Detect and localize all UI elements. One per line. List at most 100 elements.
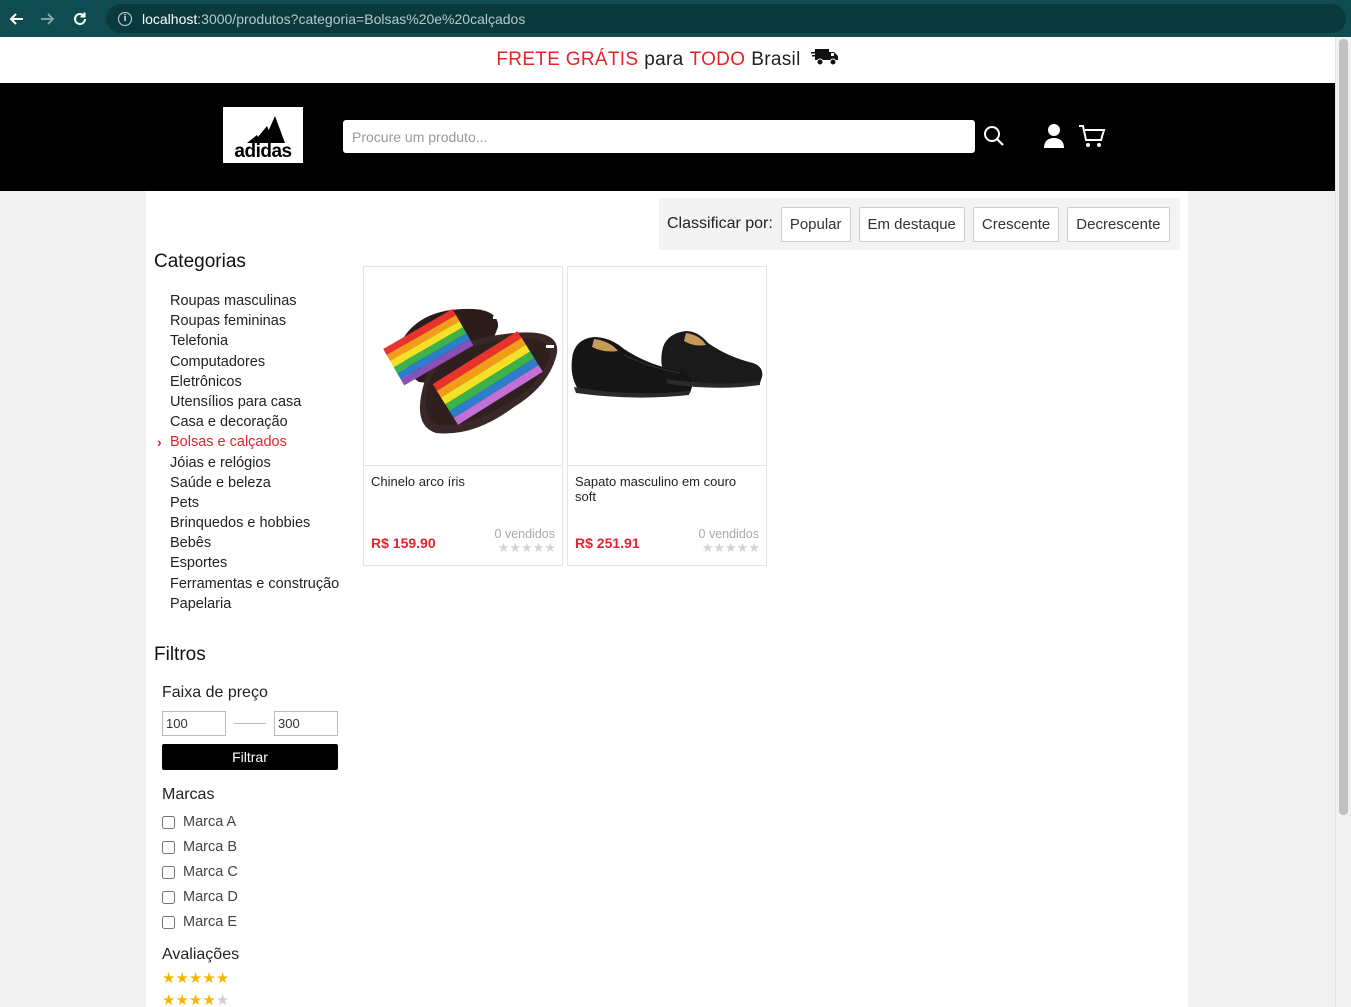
product-card[interactable]: Chinelo arco íris R$ 159.90 0 vendidos ★…	[363, 266, 563, 566]
category-item[interactable]: Eletrônicos	[154, 372, 339, 392]
star-icon: ★	[202, 991, 216, 1007]
page-scrollbar[interactable]	[1335, 37, 1351, 1007]
main-content: Classificar por: Popular Em destaque Cre…	[146, 191, 1188, 1007]
brand-checkbox[interactable]	[162, 915, 175, 929]
product-name[interactable]: Chinelo arco íris	[371, 474, 555, 489]
product-image-shoe[interactable]	[568, 267, 766, 466]
ratings-title: Avaliações	[162, 946, 240, 963]
star-icon: ★	[202, 969, 216, 987]
sort-featured-button[interactable]: Em destaque	[858, 206, 965, 242]
free-shipping-banner: FRETE GRÁTIS para TODO Brasil	[0, 37, 1335, 83]
product-price: R$ 159.90	[371, 535, 436, 551]
cart-icon[interactable]	[1078, 123, 1106, 153]
sort-popular-button[interactable]: Popular	[780, 206, 851, 242]
category-item[interactable]: Bebês	[154, 533, 339, 553]
price-range-title: Faixa de preço	[162, 684, 268, 701]
adidas-logo[interactable]: adidas	[223, 107, 303, 163]
sort-descending-button[interactable]: Decrescente	[1067, 206, 1170, 242]
category-item[interactable]: Ferramentas e construção	[154, 574, 339, 594]
star-icon: ★	[175, 991, 189, 1007]
category-item[interactable]: Jóias e relógios	[154, 453, 339, 473]
search-icon[interactable]	[983, 125, 1005, 151]
forward-arrow-icon[interactable]	[32, 0, 64, 37]
star-icon: ★	[215, 969, 230, 987]
star-icon: ★	[532, 541, 545, 556]
brand-option[interactable]: Marca C	[162, 862, 238, 882]
star-icon: ★	[725, 541, 737, 556]
product-image-sandal[interactable]	[364, 267, 562, 466]
star-icon: ★	[509, 541, 522, 556]
category-item[interactable]: Saúde e beleza	[154, 473, 339, 493]
address-bar[interactable]: i localhost:3000/produtos?categoria=Bols…	[106, 4, 1346, 33]
star-icon: ★	[701, 541, 714, 556]
logo-wordmark: adidas	[234, 141, 292, 162]
brand-option[interactable]: Marca D	[162, 887, 238, 907]
back-arrow-icon[interactable]	[0, 0, 32, 37]
brand-checkbox[interactable]	[162, 840, 175, 854]
product-card[interactable]: Sapato masculino em couro soft R$ 251.91…	[567, 266, 767, 566]
star-icon: ★	[748, 541, 760, 556]
search-input[interactable]	[343, 120, 975, 153]
star-icon: ★	[497, 541, 510, 556]
category-item[interactable]: Telefonia	[154, 331, 339, 351]
brand-option[interactable]: Marca E	[162, 912, 237, 932]
category-item[interactable]: Brinquedos e hobbies	[154, 513, 339, 533]
brand-option[interactable]: Marca A	[162, 812, 236, 832]
star-icon: ★	[215, 991, 230, 1007]
brand-checkbox[interactable]	[162, 815, 175, 829]
brand-checkbox[interactable]	[162, 865, 175, 879]
star-icon: ★	[736, 541, 749, 556]
star-icon: ★	[188, 991, 203, 1007]
rating-filter-4[interactable]: ★★★★★	[162, 991, 229, 1007]
star-icon: ★	[713, 541, 726, 556]
category-item[interactable]: Papelaria	[154, 594, 339, 614]
brands-title: Marcas	[162, 786, 215, 803]
product-price: R$ 251.91	[575, 535, 640, 551]
star-icon: ★	[521, 541, 533, 556]
product-name[interactable]: Sapato masculino em couro soft	[575, 474, 759, 504]
product-sold-count: 0 vendidos	[698, 527, 759, 541]
star-icon: ★	[162, 969, 176, 987]
star-icon: ★	[544, 541, 556, 556]
price-range-divider	[234, 723, 266, 724]
promo-highlight-2: TODO	[689, 49, 746, 70]
chevron-right-icon: ›	[157, 434, 162, 451]
sort-ascending-button[interactable]: Crescente	[972, 206, 1060, 242]
scrollbar-thumb[interactable]	[1339, 39, 1348, 815]
user-icon[interactable]	[1043, 123, 1065, 153]
category-item[interactable]: Casa e decoração	[154, 412, 339, 432]
adidas-stripes-icon	[247, 116, 285, 143]
rating-filter-5[interactable]: ★★★★★	[162, 969, 229, 987]
category-item[interactable]: Utensílios para casa	[154, 392, 339, 412]
category-item[interactable]: Esportes	[154, 553, 339, 573]
category-item[interactable]: Pets	[154, 493, 339, 513]
site-header: adidas	[0, 83, 1335, 191]
sort-label: Classificar por:	[667, 215, 773, 232]
price-min-input[interactable]	[162, 711, 226, 736]
filters-title: Filtros	[154, 644, 206, 665]
category-item-active[interactable]: › Bolsas e calçados	[154, 432, 339, 452]
product-rating: ★★★★★	[702, 541, 760, 556]
brand-option[interactable]: Marca B	[162, 837, 237, 857]
category-item[interactable]: Roupas masculinas	[154, 291, 339, 311]
category-item[interactable]: Roupas femininas	[154, 311, 339, 331]
price-max-input[interactable]	[274, 711, 338, 736]
product-sold-count: 0 vendidos	[494, 527, 555, 541]
browser-toolbar: i localhost:3000/produtos?categoria=Bols…	[0, 0, 1351, 37]
promo-text-2: Brasil	[751, 49, 801, 70]
star-icon: ★	[188, 969, 203, 987]
categories-title: Categorias	[154, 251, 246, 272]
brand-checkbox[interactable]	[162, 890, 175, 904]
page-viewport: FRETE GRÁTIS para TODO Brasil adidas Pro…	[0, 37, 1335, 1007]
star-icon: ★	[162, 991, 176, 1007]
truck-icon	[810, 47, 839, 73]
sort-bar: Classificar por: Popular Em destaque Cre…	[659, 198, 1180, 250]
product-rating: ★★★★★	[498, 541, 556, 556]
category-item[interactable]: Computadores	[154, 352, 339, 372]
promo-highlight-1: FRETE GRÁTIS	[496, 49, 639, 70]
category-list: Roupas masculinas Roupas femininas Telef…	[154, 291, 339, 614]
url-text: localhost:3000/produtos?categoria=Bolsas…	[142, 10, 526, 27]
reload-icon[interactable]	[64, 0, 96, 37]
filter-button[interactable]: Filtrar	[162, 744, 338, 770]
info-icon[interactable]: i	[118, 11, 132, 26]
